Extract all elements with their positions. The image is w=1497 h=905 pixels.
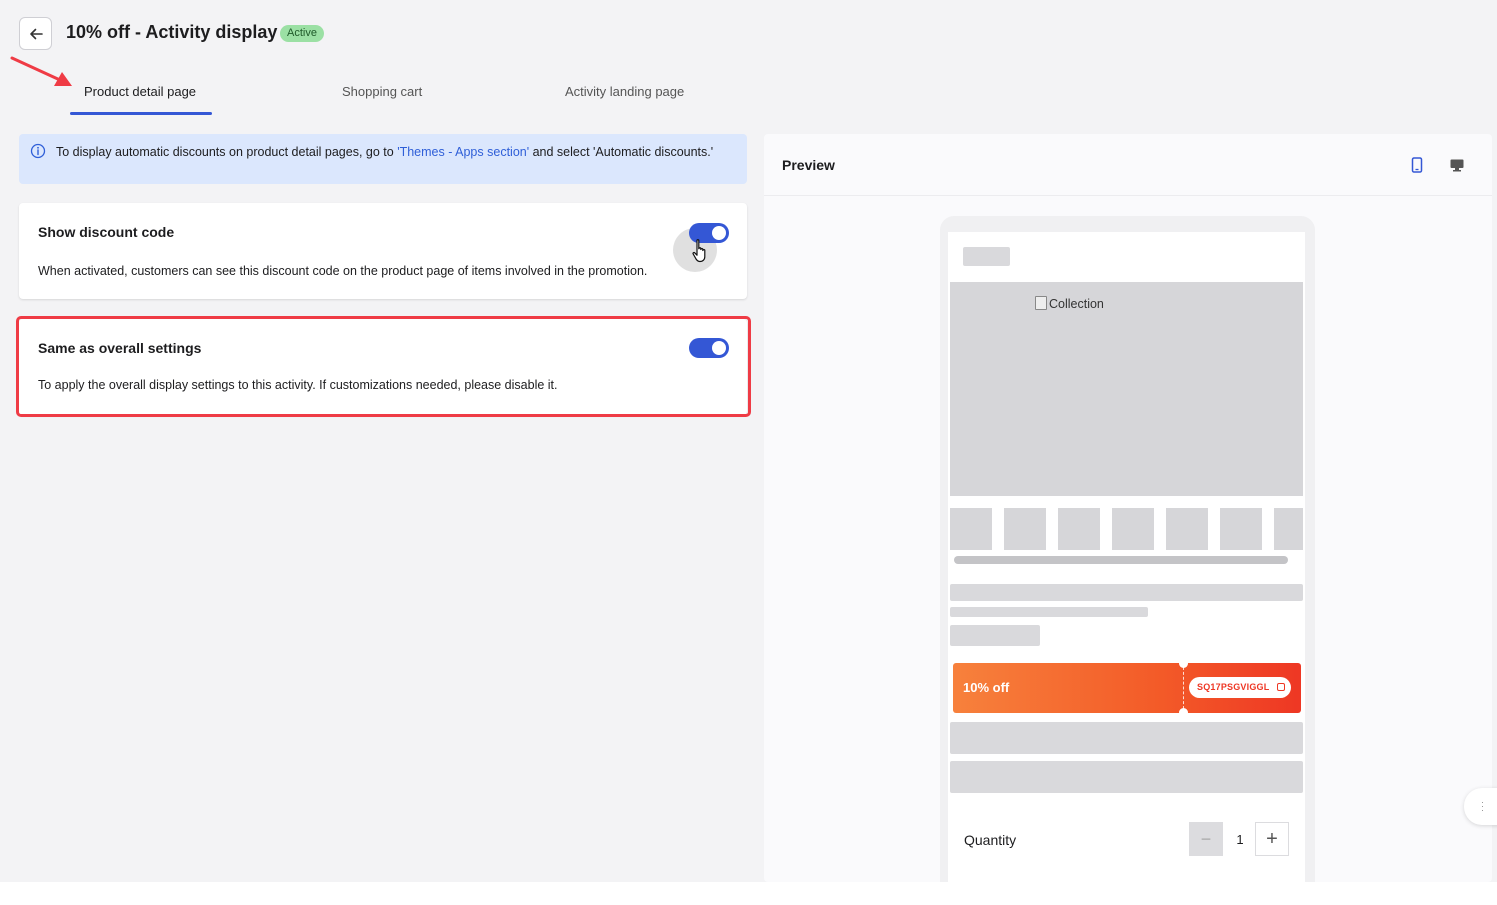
- coupon-label: 10% off: [963, 680, 1010, 695]
- coupon-notch: [1179, 659, 1188, 668]
- status-badge: Active: [280, 25, 324, 42]
- tab-product-detail-page[interactable]: Product detail page: [84, 84, 196, 99]
- skeleton-block: [950, 761, 1303, 793]
- copy-icon: [1277, 683, 1286, 691]
- thumbnail[interactable]: [1220, 508, 1262, 550]
- phone-preview-frame: Collection 10% off SQ17PSGVIGGL Quantity…: [940, 216, 1315, 882]
- thumbnail[interactable]: [1112, 508, 1154, 550]
- show-discount-code-card: Show discount code When activated, custo…: [19, 203, 747, 299]
- thumbnail[interactable]: [950, 508, 992, 550]
- product-image-alt: Collection: [1035, 296, 1104, 311]
- thumbnail[interactable]: [1274, 508, 1303, 550]
- active-tab-indicator: [70, 112, 212, 115]
- mobile-view-icon[interactable]: [1411, 157, 1423, 173]
- skeleton-block: [950, 722, 1303, 754]
- arrow-left-icon: [29, 28, 43, 39]
- skeleton-block: [950, 584, 1303, 601]
- coupon-divider: [1183, 667, 1184, 709]
- product-image-alt-text: Collection: [1049, 297, 1104, 311]
- phone-preview-screen: Collection 10% off SQ17PSGVIGGL Quantity…: [948, 232, 1305, 882]
- preview-panel: Preview Collection 10% off SQ17PSGVIGGL …: [764, 134, 1492, 882]
- page-title: 10% off - Activity display: [66, 22, 278, 42]
- thumbnail[interactable]: [1004, 508, 1046, 550]
- bottom-strip: [0, 882, 1497, 905]
- coupon-code: SQ17PSGVIGGL: [1197, 682, 1270, 692]
- annotation-arrow-icon: [10, 56, 72, 86]
- preview-title: Preview: [782, 157, 835, 173]
- preview-header: Preview: [764, 134, 1492, 196]
- info-icon: [30, 143, 46, 159]
- skeleton-block: [963, 247, 1010, 266]
- quantity-label: Quantity: [964, 832, 1017, 848]
- hand-cursor-icon: [692, 239, 706, 263]
- info-text-after: and select 'Automatic discounts.': [529, 145, 714, 159]
- drag-handle-icon: · · ·: [1481, 797, 1484, 815]
- skeleton-block: [950, 625, 1040, 646]
- quantity-increase-button[interactable]: +: [1255, 822, 1289, 856]
- coupon-code-button[interactable]: SQ17PSGVIGGL: [1189, 677, 1292, 698]
- thumbnail[interactable]: [1058, 508, 1100, 550]
- quantity-decrease-button[interactable]: −: [1189, 822, 1223, 856]
- product-image: Collection: [950, 282, 1303, 496]
- thumbnail-scrollbar[interactable]: [954, 556, 1288, 564]
- show-discount-code-title: Show discount code: [38, 224, 175, 240]
- annotation-highlight-box: [16, 316, 751, 417]
- back-button[interactable]: [19, 17, 52, 50]
- tab-shopping-cart[interactable]: Shopping cart: [342, 84, 422, 99]
- quantity-value: 1: [1236, 832, 1244, 847]
- info-text-before: To display automatic discounts on produc…: [56, 145, 398, 159]
- coupon-notch: [1179, 708, 1188, 717]
- broken-image-icon: [1035, 296, 1047, 310]
- thumbnail[interactable]: [1166, 508, 1208, 550]
- show-discount-code-description: When activated, customers can see this d…: [38, 264, 648, 278]
- themes-apps-link[interactable]: 'Themes - Apps section': [397, 145, 529, 159]
- tab-activity-landing-page[interactable]: Activity landing page: [565, 84, 684, 99]
- skeleton-block: [950, 607, 1148, 617]
- discount-coupon: 10% off SQ17PSGVIGGL: [953, 659, 1301, 717]
- info-banner: To display automatic discounts on produc…: [19, 134, 747, 184]
- desktop-view-icon[interactable]: [1450, 159, 1464, 172]
